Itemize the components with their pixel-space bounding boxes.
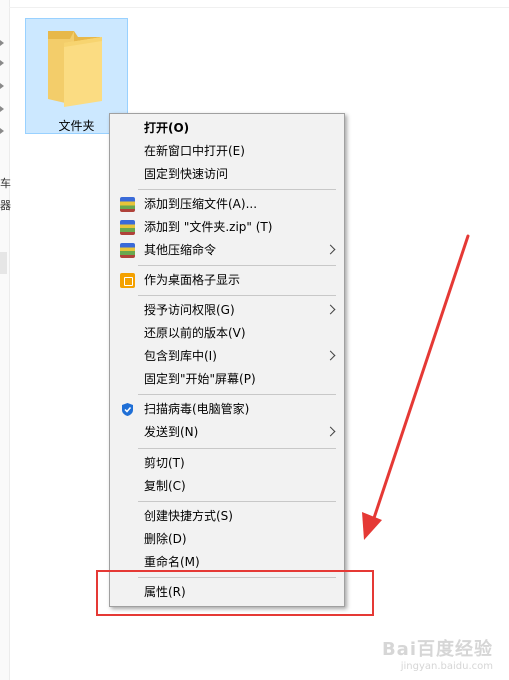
nav-item-partial[interactable]: 车 <box>0 178 11 190</box>
desktop-grid-icon <box>120 273 135 288</box>
submenu-arrow-icon <box>325 244 336 255</box>
menu-item-label: 包含到库中(I) <box>144 349 217 363</box>
nav-selection <box>0 252 7 274</box>
nav-item-partial[interactable]: 器 <box>0 200 11 212</box>
context-menu: 打开(O) 在新窗口中打开(E) 固定到快速访问 添加到压缩文件(A)... 添… <box>109 113 345 607</box>
menu-item-label: 固定到快速访问 <box>144 167 229 181</box>
menu-separator <box>138 394 336 395</box>
annotation-arrow-icon <box>362 234 470 540</box>
menu-item-other-compress[interactable]: 其他压缩命令 <box>110 239 344 262</box>
menu-item-send-to[interactable]: 发送到(N) <box>110 421 344 444</box>
menu-item-open-new-window[interactable]: 在新窗口中打开(E) <box>110 140 344 163</box>
winrar-icon <box>120 243 135 258</box>
menu-separator <box>138 265 336 266</box>
expand-chevron-icon[interactable] <box>0 128 4 134</box>
menu-item-include-library[interactable]: 包含到库中(I) <box>110 345 344 368</box>
menu-separator <box>138 295 336 296</box>
menu-item-label: 扫描病毒(电脑管家) <box>144 402 250 416</box>
menu-separator <box>138 501 336 502</box>
menu-item-delete[interactable]: 删除(D) <box>110 528 344 551</box>
winrar-icon <box>120 220 135 235</box>
menu-item-label: 在新窗口中打开(E) <box>144 144 245 158</box>
menu-item-label: 发送到(N) <box>144 425 199 439</box>
menu-item-label: 固定到"开始"屏幕(P) <box>144 372 256 386</box>
menu-item-add-to-archive[interactable]: 添加到压缩文件(A)... <box>110 193 344 216</box>
header-divider <box>9 0 509 8</box>
menu-item-label: 打开(O) <box>144 121 190 135</box>
menu-item-scan-virus[interactable]: 扫描病毒(电脑管家) <box>110 398 344 421</box>
menu-separator <box>138 448 336 449</box>
menu-item-label: 删除(D) <box>144 532 187 546</box>
menu-item-create-shortcut[interactable]: 创建快捷方式(S) <box>110 505 344 528</box>
watermark-brand: Bai百度经验 <box>381 639 493 660</box>
folder-icon <box>48 31 102 107</box>
navigation-pane: 车 器 <box>0 0 11 680</box>
shield-icon <box>122 403 133 416</box>
submenu-arrow-icon <box>325 304 336 315</box>
menu-item-label: 添加到压缩文件(A)... <box>144 197 258 211</box>
menu-item-label: 授予访问权限(G) <box>144 303 235 317</box>
menu-item-label: 还原以前的版本(V) <box>144 326 246 340</box>
menu-item-label: 创建快捷方式(S) <box>144 509 233 523</box>
submenu-arrow-icon <box>325 426 336 437</box>
annotation-highlight-box <box>96 570 374 616</box>
watermark-url: jingyan.baidu.com <box>400 661 493 672</box>
winrar-icon <box>120 197 135 212</box>
expand-chevron-icon[interactable] <box>0 83 4 89</box>
menu-item-pin-start[interactable]: 固定到"开始"屏幕(P) <box>110 368 344 391</box>
menu-item-cut[interactable]: 剪切(T) <box>110 452 344 475</box>
menu-item-label: 其他压缩命令 <box>144 243 217 257</box>
menu-separator <box>138 189 336 190</box>
watermark: Bai百度经验 jingyan.baidu.com <box>382 635 493 672</box>
menu-item-desktop-grid[interactable]: 作为桌面格子显示 <box>110 269 344 292</box>
menu-item-label: 复制(C) <box>144 479 186 493</box>
menu-item-label: 作为桌面格子显示 <box>144 273 241 287</box>
menu-item-label: 添加到 "文件夹.zip" (T) <box>144 220 273 234</box>
expand-chevron-icon[interactable] <box>0 106 4 112</box>
menu-item-restore-versions[interactable]: 还原以前的版本(V) <box>110 322 344 345</box>
submenu-arrow-icon <box>325 350 336 361</box>
expand-chevron-icon[interactable] <box>0 40 4 46</box>
menu-item-copy[interactable]: 复制(C) <box>110 475 344 498</box>
menu-item-open[interactable]: 打开(O) <box>110 117 344 140</box>
menu-item-label: 剪切(T) <box>144 456 185 470</box>
expand-chevron-icon[interactable] <box>0 60 4 66</box>
menu-item-pin-quick-access[interactable]: 固定到快速访问 <box>110 163 344 186</box>
menu-item-add-to-zip[interactable]: 添加到 "文件夹.zip" (T) <box>110 216 344 239</box>
menu-item-grant-access[interactable]: 授予访问权限(G) <box>110 299 344 322</box>
